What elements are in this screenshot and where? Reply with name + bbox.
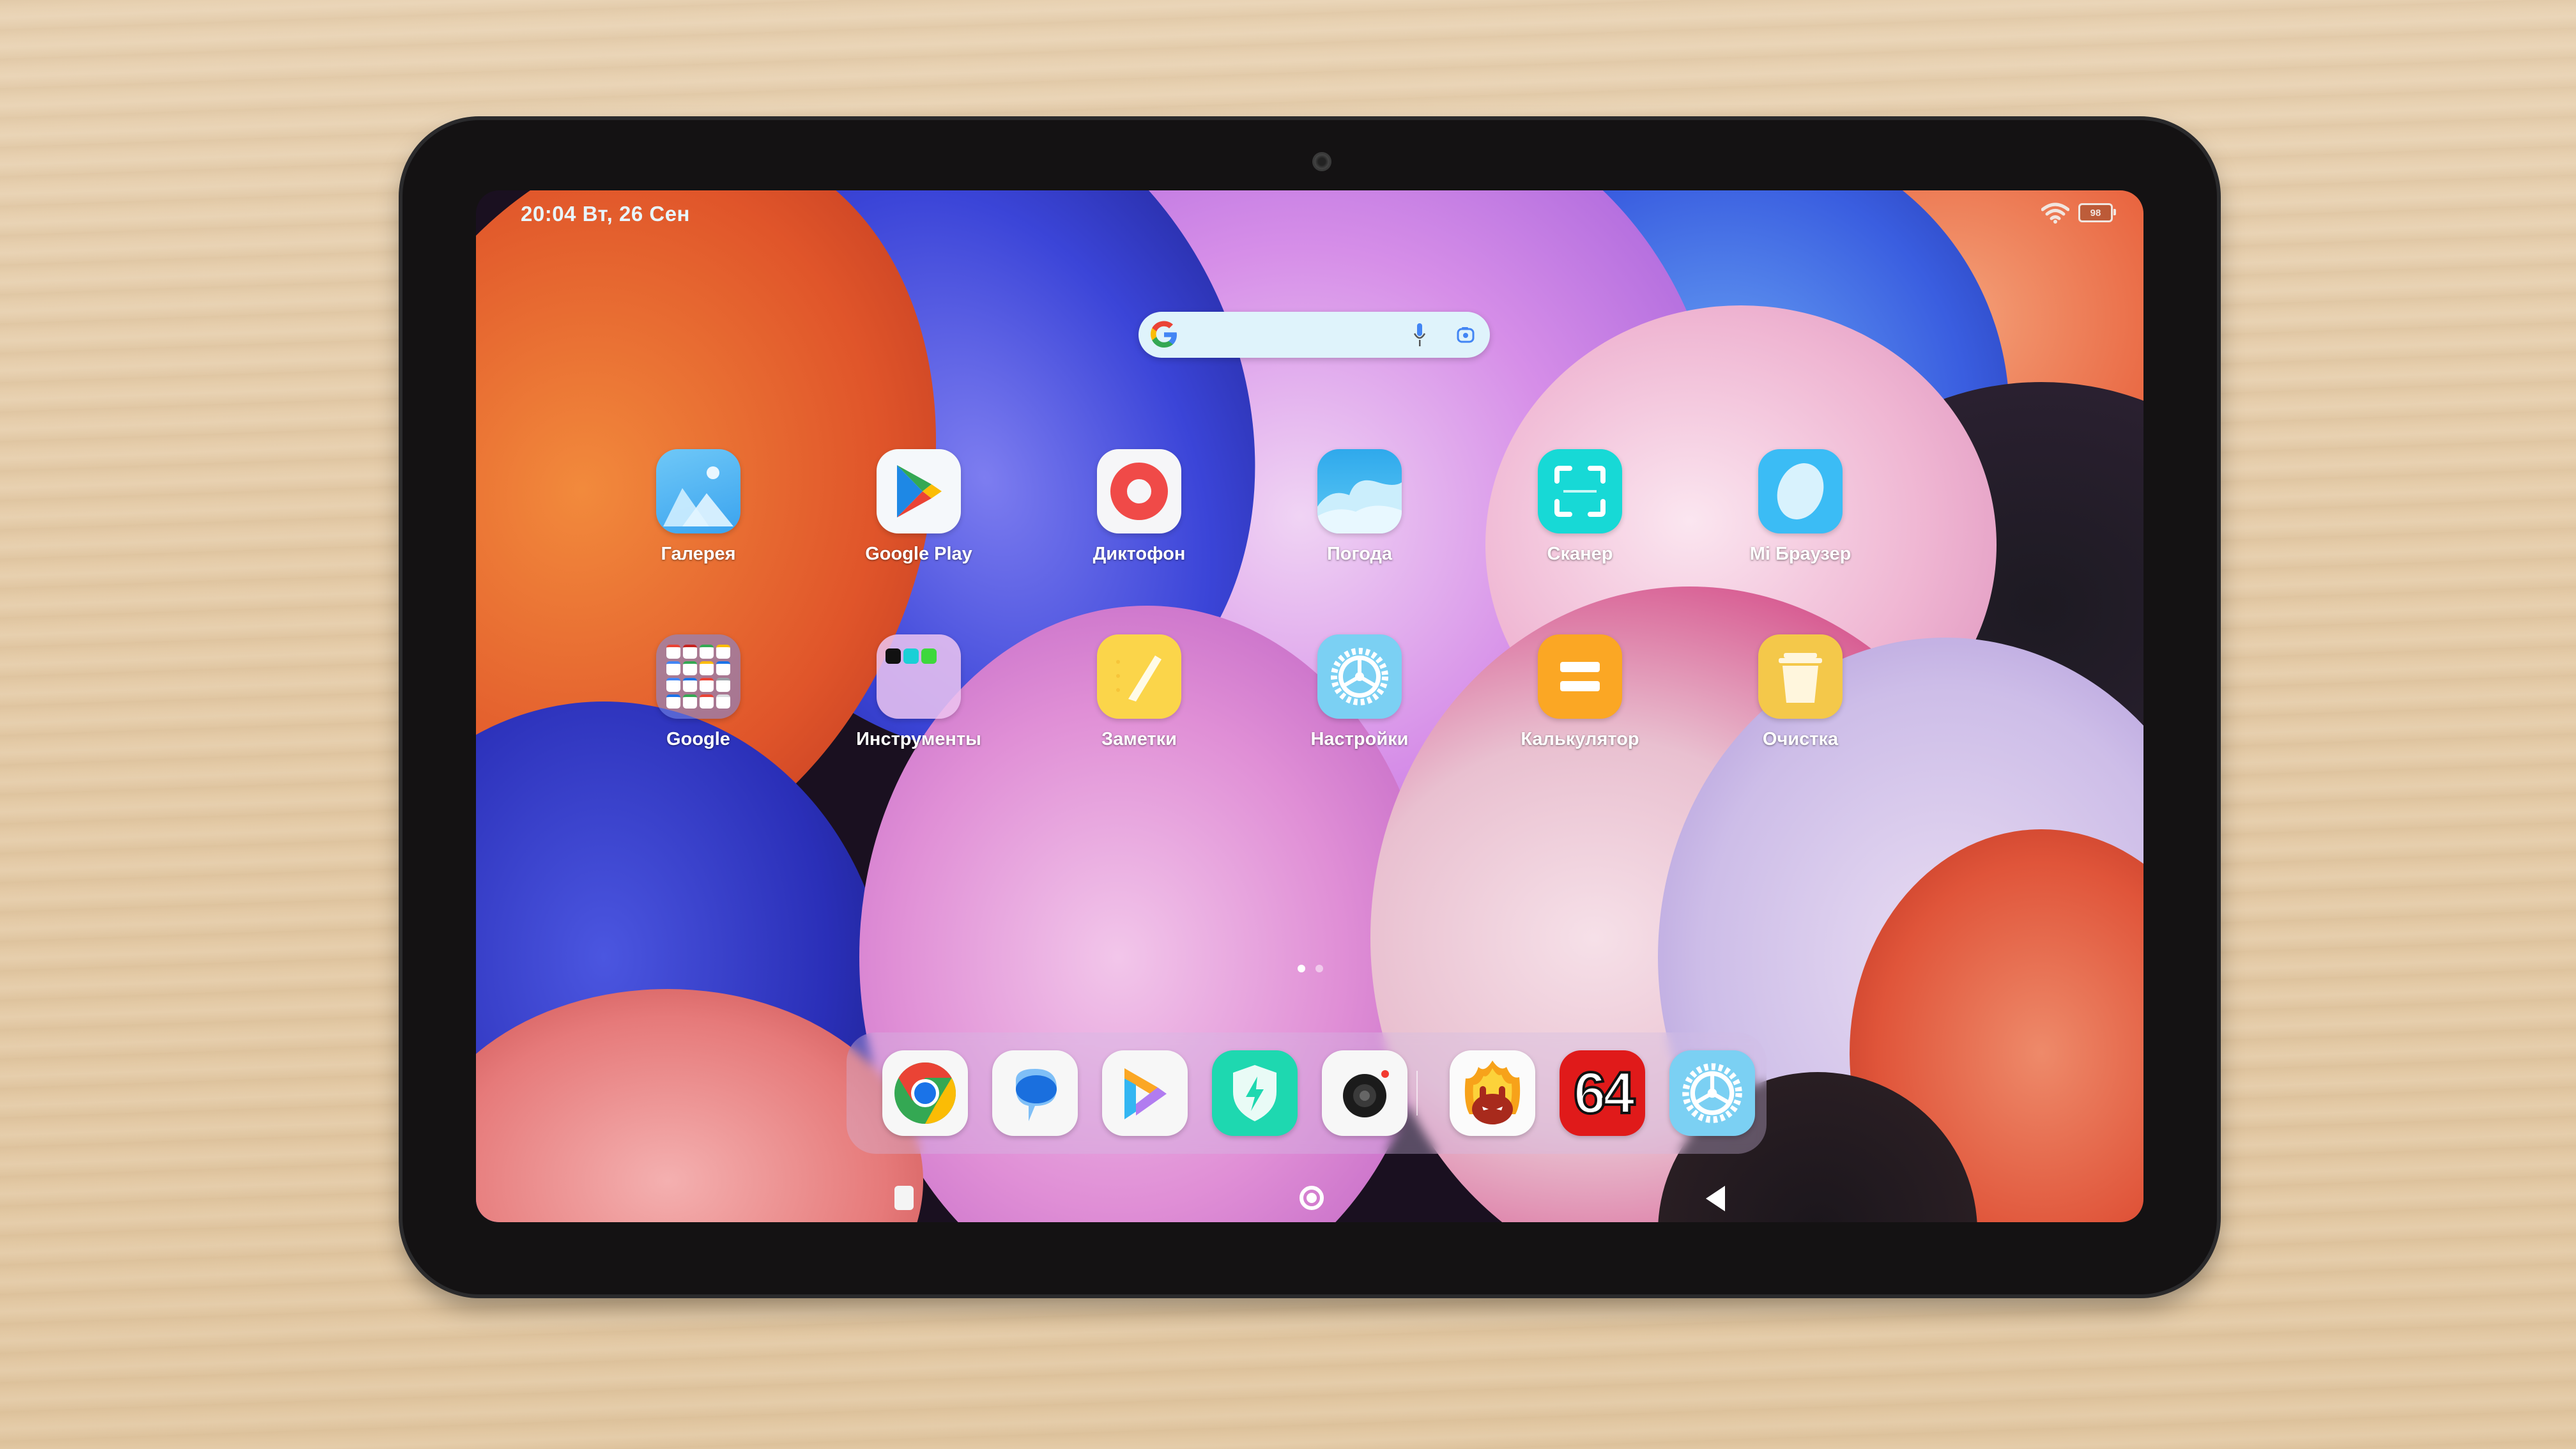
home-screen: 20:04 Вт, 26 Сен 98 Галерея Google Play …: [476, 190, 2143, 1222]
app-label: Диктофон: [1092, 544, 1186, 564]
dock-app-aida64[interactable]: 64: [1560, 1050, 1645, 1136]
app-mi-browser[interactable]: Mi Браузер: [1727, 449, 1874, 565]
calculator-icon: [1538, 634, 1622, 719]
app-weather[interactable]: Погода: [1286, 449, 1433, 565]
app-label: Mi Браузер: [1749, 544, 1851, 564]
settings-icon: [1317, 634, 1402, 719]
dock-app-mi-video[interactable]: [1102, 1050, 1188, 1136]
gallery-icon: [656, 449, 740, 533]
back-icon[interactable]: [1706, 1186, 1725, 1211]
battery-level: 98: [2090, 207, 2101, 218]
app-cleaner[interactable]: Очистка: [1727, 634, 1874, 750]
wifi-icon: [2041, 203, 2069, 224]
security-icon: [1233, 1065, 1276, 1121]
home-icon[interactable]: [1300, 1186, 1324, 1210]
microphone-icon[interactable]: [1413, 322, 1426, 348]
notes-icon: [1097, 634, 1181, 719]
scanner-icon: [1538, 449, 1622, 533]
recents-icon[interactable]: [894, 1186, 914, 1210]
tools-folder-icon: [877, 634, 961, 719]
tablet-device: 20:04 Вт, 26 Сен 98 Галерея Google Play …: [402, 120, 2217, 1294]
status-bar[interactable]: 20:04 Вт, 26 Сен 98: [476, 190, 2143, 229]
dock-app-camera[interactable]: [1322, 1050, 1407, 1136]
camera-icon: [1343, 1070, 1389, 1117]
google-search-widget[interactable]: [1138, 312, 1490, 358]
app-label: Настройки: [1310, 729, 1409, 749]
page-dot-active[interactable]: [1298, 965, 1305, 972]
clock-date: 20:04 Вт, 26 Сен: [521, 202, 690, 226]
front-camera: [1312, 152, 1331, 171]
folder-tools[interactable]: Инструменты: [845, 634, 992, 750]
dock-app-settings[interactable]: [1669, 1050, 1755, 1136]
battery-indicator: 98: [2078, 203, 2116, 222]
app-calculator[interactable]: Калькулятор: [1506, 634, 1653, 750]
app-gallery[interactable]: Галерея: [625, 449, 772, 565]
app-settings[interactable]: Настройки: [1286, 634, 1433, 750]
recorder-icon: [1097, 449, 1181, 533]
antutu-icon: [1464, 1061, 1521, 1124]
app-label: Сканер: [1547, 544, 1613, 564]
messages-icon: [1016, 1069, 1057, 1121]
dock-app-messages[interactable]: [992, 1050, 1078, 1136]
app-label: Google Play: [865, 544, 972, 564]
app-notes[interactable]: Заметки: [1066, 634, 1213, 750]
settings-icon: [1682, 1063, 1742, 1123]
dock: 64: [847, 1032, 1767, 1154]
app-recorder[interactable]: Диктофон: [1066, 449, 1213, 565]
chrome-icon: [894, 1062, 956, 1124]
app-scanner[interactable]: Сканер: [1506, 449, 1653, 565]
weather-icon: [1317, 449, 1402, 533]
folder-google[interactable]: Google: [625, 634, 772, 750]
app-label: Инструменты: [856, 729, 981, 749]
mi-browser-icon: [1758, 449, 1843, 533]
dock-app-antutu[interactable]: [1450, 1050, 1535, 1136]
page-indicator[interactable]: [1298, 965, 1323, 972]
aida64-icon: 64: [1572, 1059, 1636, 1127]
app-label: Google: [666, 729, 730, 749]
cleaner-icon: [1758, 634, 1843, 719]
page-dot[interactable]: [1315, 965, 1323, 972]
app-label: Заметки: [1101, 729, 1177, 749]
navigation-bar: [476, 1174, 2143, 1222]
dock-app-security[interactable]: [1212, 1050, 1298, 1136]
app-label: Калькулятор: [1521, 729, 1639, 749]
app-google-play[interactable]: Google Play: [845, 449, 992, 565]
google-lens-icon[interactable]: [1457, 326, 1475, 344]
google-play-icon: [877, 449, 961, 533]
mi-video-icon: [1124, 1068, 1167, 1119]
dock-divider: [1416, 1071, 1418, 1116]
dock-app-chrome[interactable]: [882, 1050, 968, 1136]
app-label: Галерея: [661, 544, 736, 564]
app-label: Очистка: [1762, 729, 1839, 749]
app-label: Погода: [1326, 544, 1393, 564]
google-g-icon: [1151, 321, 1177, 348]
google-folder-icon: [656, 634, 740, 719]
